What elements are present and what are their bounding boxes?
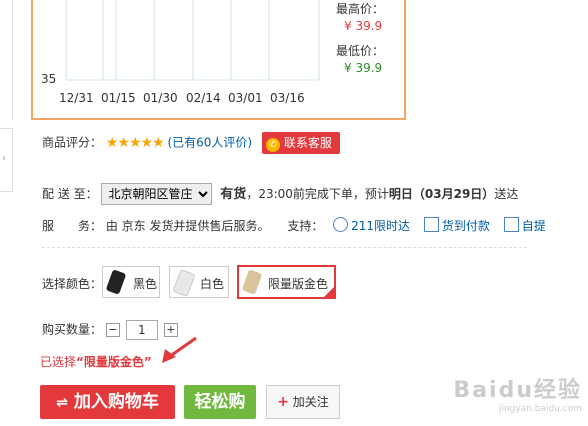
quantity-label: 购买数量： [42,322,103,337]
x-tick-label: 01/30 [143,91,178,105]
watermark-brand: Baidu经验 [453,378,582,403]
service-text: 由 京东 发货并提供售后服务。 [105,219,270,233]
follow-label: 加关注 [292,395,329,409]
watermark-url: jingyan.baidu.com [498,404,582,414]
low-price-label: 最低价： [336,44,385,58]
card-icon [423,217,439,232]
high-price-value: ¥ 39.9 [344,19,383,33]
x-tick-label: 02/14 [186,91,221,105]
selected-summary: 已选择“限量版金色” [40,353,152,370]
quantity-row: 购买数量： −1 + [42,320,178,340]
color-option-label: 黑色 [133,277,158,291]
clock-icon [333,217,349,232]
delivery-row: 配 送 至： 北京朝阳区管庄 有货，23:00前完成下单，预计明日（03月29日… [42,183,518,205]
low-price-value: ¥ 39.9 [344,61,383,75]
star-rating-icon: ★★★★★ [105,134,165,151]
selected-value: “限量版金色” [76,355,152,369]
follow-button[interactable]: + 加关注 [266,385,340,419]
review-count-link[interactable]: (已有60人评价) [167,136,252,150]
service-row: 服 务： 由 京东 发货并提供售后服务。 支持： 211限时达 货到付款 自提 [42,217,546,234]
region-select[interactable]: 北京朝阳区管庄 [101,183,213,205]
delivery-label: 配 送 至： [42,187,98,201]
support-pickup-label: 自提 [521,219,546,233]
chat-icon: ✆ [265,138,280,152]
stock-status: 有货 [220,187,247,202]
divider [42,247,527,248]
x-tick-label: 03/16 [270,91,305,105]
add-to-cart-label: 加入购物车 [73,392,159,412]
selected-check-icon [324,287,334,297]
contact-service-label: 联系客服 [283,136,332,150]
quantity-input[interactable]: 1 [125,320,158,340]
support-211[interactable]: 211限时达 [333,217,411,233]
rating-row: 商品评分： ★★★★★ (已有60人评价) ✆ 联系客服 [42,132,340,154]
left-collapse-tab[interactable]: › [0,128,13,192]
delivery-note-end: 送达 [494,187,519,201]
gold-drive-thumbnail [241,269,263,295]
color-option-gold[interactable]: 限量版金色 [237,265,336,299]
y-tick-label: 35 [41,72,56,86]
easy-buy-button[interactable]: 轻松购 [184,385,256,419]
chevron-right-icon: › [2,153,6,164]
quantity-decrease-button[interactable]: − [105,323,120,337]
support-label: 支持： [287,219,324,233]
left-panel-edge [0,0,13,120]
support-cod[interactable]: 货到付款 [423,217,490,233]
x-tick-label: 12/31 [59,91,94,105]
rating-label: 商品评分： [42,135,103,150]
cart-icon: ⇌ [56,395,68,411]
watermark: Baidu经验 jingyan.baidu.com [453,372,582,414]
white-drive-thumbnail [172,268,196,298]
plus-icon: + [277,394,289,410]
high-price-label: 最高价： [336,2,385,16]
color-label: 选择颜色： [42,277,103,291]
selected-prefix: 已选择 [40,355,77,369]
support-211-label: 211限时达 [351,219,411,233]
delivery-note: ，23:00前完成下单，预计 [246,187,389,201]
color-option-label: 限量版金色 [268,277,329,291]
delivery-date: 明日（03月29日） [388,187,495,201]
support-pickup[interactable]: 自提 [503,217,546,233]
pointer-arrow-icon [162,336,197,363]
bag-icon [503,217,519,232]
x-tick-label: 03/01 [228,91,263,105]
x-tick-label: 01/15 [101,91,136,105]
add-to-cart-button[interactable]: ⇌ 加入购物车 [40,385,175,419]
contact-service-button[interactable]: ✆ 联系客服 [261,132,340,154]
color-option-black[interactable]: 黑色 [102,266,160,298]
support-cod-label: 货到付款 [441,219,490,233]
color-option-white[interactable]: 白色 [169,266,229,298]
service-label: 服 务： [42,219,103,233]
price-chart: 35 12/31 01/15 01/30 02/14 03/01 03/16 [41,0,320,105]
color-option-label: 白色 [200,277,225,291]
black-drive-thumbnail [105,269,127,295]
